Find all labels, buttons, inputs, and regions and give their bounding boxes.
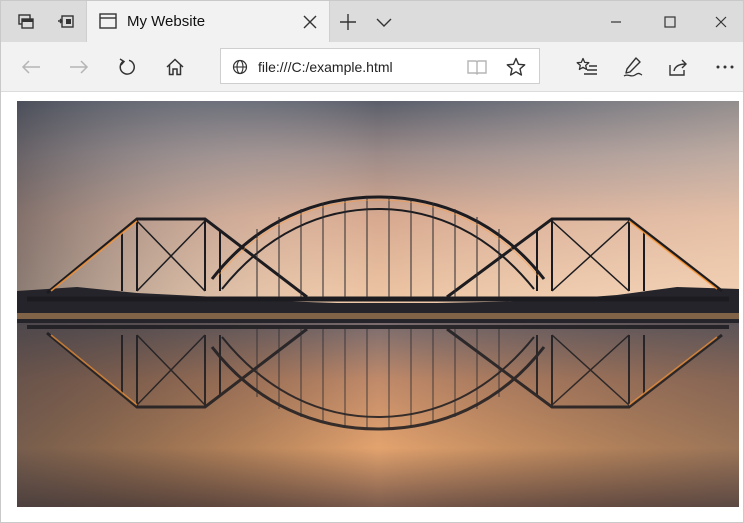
page-content <box>1 92 743 522</box>
maximize-button[interactable] <box>645 1 695 42</box>
plus-icon <box>340 13 356 30</box>
back-arrow-icon <box>21 60 40 74</box>
close-tab-button[interactable] <box>297 9 323 35</box>
set-tabs-aside-button[interactable] <box>9 1 43 42</box>
star-icon <box>506 57 526 76</box>
close-window-button[interactable] <box>699 1 743 42</box>
tabs-aside-list-button[interactable] <box>49 1 83 42</box>
tabs-aside-list-icon <box>58 14 74 28</box>
add-to-favorites-button[interactable] <box>503 55 529 79</box>
tab-preview-button[interactable] <box>371 1 397 42</box>
new-tab-button[interactable] <box>335 1 361 42</box>
url-text[interactable]: file:///C:/example.html <box>258 59 393 75</box>
minimize-button[interactable] <box>591 1 641 42</box>
home-icon <box>166 58 184 76</box>
page-icon <box>99 13 117 29</box>
minimize-icon <box>611 20 621 23</box>
globe-icon <box>232 59 248 75</box>
refresh-icon <box>119 58 135 75</box>
reading-view-icon <box>467 60 487 75</box>
share-icon <box>669 59 687 76</box>
more-icon <box>716 65 734 69</box>
favorites-list-icon <box>576 57 597 75</box>
close-icon <box>715 16 727 27</box>
home-button[interactable] <box>159 51 191 83</box>
forward-button[interactable] <box>63 51 95 83</box>
tab-title: My Website <box>127 13 206 30</box>
refresh-button[interactable] <box>111 51 143 83</box>
maximize-icon <box>664 15 676 28</box>
browser-window: My Website file:///C:/example.html <box>0 0 744 523</box>
navigation-bar: file:///C:/example.html <box>1 42 743 92</box>
close-icon <box>303 15 317 29</box>
more-button[interactable] <box>709 51 741 83</box>
forward-arrow-icon <box>70 60 89 74</box>
tab-my-website[interactable]: My Website <box>86 1 330 42</box>
set-tabs-aside-icon <box>18 13 34 29</box>
share-button[interactable] <box>663 51 695 83</box>
back-button[interactable] <box>15 51 47 83</box>
address-bar[interactable]: file:///C:/example.html <box>220 48 540 84</box>
favorites-button[interactable] <box>571 51 603 83</box>
pen-icon <box>623 57 643 77</box>
reading-view-button[interactable] <box>465 56 489 78</box>
tab-bar: My Website <box>1 1 743 42</box>
bridge-photo <box>17 101 739 507</box>
web-note-button[interactable] <box>617 51 649 83</box>
chevron-down-icon <box>376 18 392 27</box>
